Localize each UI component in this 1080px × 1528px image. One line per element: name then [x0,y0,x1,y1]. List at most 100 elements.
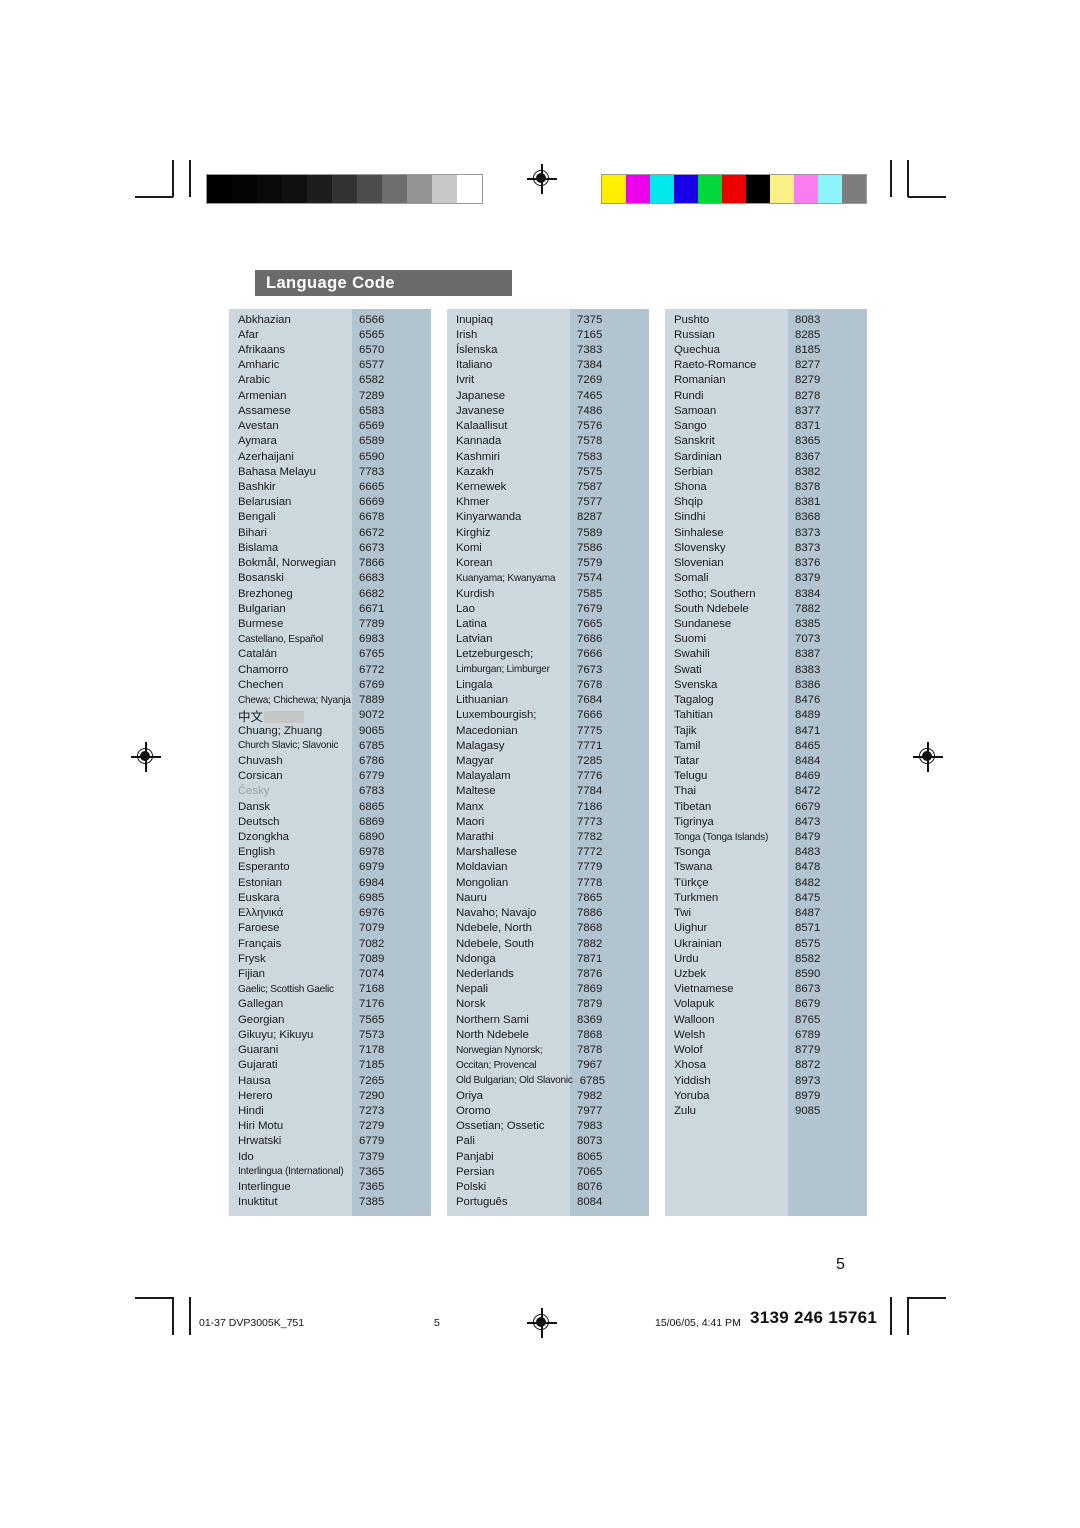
crop-mark-top-left-vert [172,160,174,197]
language-code: 6984 [359,876,385,889]
table-row: Ndebele, South 7882 [447,936,649,951]
table-row: Kalaallisut 7576 [447,419,649,434]
grayscale-swatch [382,175,407,203]
table-row: Somali 8379 [665,571,867,586]
language-name: Yiddish [674,1074,711,1087]
language-name: Afrikaans [238,344,286,357]
language-code: 8368 [795,511,821,524]
table-row: Kinyarwanda 8287 [447,510,649,525]
language-code: 8765 [795,1013,821,1026]
language-name: Irish [456,328,478,341]
table-row: Azerhaijani 6590 [229,449,431,464]
language-code: 7869 [577,983,603,996]
language-code: 8779 [795,1044,821,1057]
table-row: Interlingue 7365 [229,1179,431,1194]
table-row: North Ndebele 7868 [447,1027,649,1042]
language-code: 8279 [795,374,821,387]
language-code: 7977 [577,1104,603,1117]
language-name: Norwegian Nynorsk; [456,1044,543,1056]
color-swatch [722,175,746,203]
crop-mark-bottom-right-inner [890,1297,892,1335]
language-name: Ndebele, North [456,922,532,935]
table-row: Bengali 6678 [229,510,431,525]
grayscale-calibration-bar [206,174,483,204]
language-name: Interlingua (International) [238,1166,344,1178]
table-row: Kuanyama; Kwanyama 7574 [447,571,649,586]
table-row: Welsh 6789 [665,1027,867,1042]
language-name: Hindi [238,1104,264,1117]
language-name: Guarani [238,1044,279,1057]
language-code: 7384 [577,359,603,372]
language-code: 9085 [795,1104,821,1117]
language-name: Tagalog [674,694,714,707]
language-code: 8076 [577,1181,603,1194]
table-row: Vietnamese 8673 [665,982,867,997]
language-code: 7273 [359,1104,385,1117]
table-row: Navaho; Navajo 7886 [447,906,649,921]
table-row: Tahitian 8489 [665,708,867,723]
language-name: Xhosa [674,1059,707,1072]
table-row: Church Slavic; Slavonic 6785 [229,738,431,753]
table-row: Old Bulgarian; Old Slavonic 6785 [447,1073,649,1088]
language-code: 8383 [795,663,821,676]
language-code: 8373 [795,526,821,539]
language-code: 7886 [577,907,603,920]
language-name: Northern Sami [456,1013,529,1026]
language-code: 7673 [577,663,603,676]
language-name: Sinhalese [674,526,724,539]
table-row: Euskara 6985 [229,890,431,905]
table-row [665,1195,867,1210]
language-code: 8973 [795,1074,821,1087]
language-code: 7073 [795,633,821,646]
language-code: 6570 [359,344,385,357]
language-code: 6979 [359,861,385,874]
language-name: Hiri Motu [238,1120,284,1133]
language-code: 7589 [577,526,603,539]
language-name: Assamese [238,404,291,417]
language-code: 8476 [795,694,821,707]
footer-job-id: 01-37 DVP3005K_751 [199,1317,305,1329]
language-code: 6869 [359,815,385,828]
language-name: Česky [238,785,270,798]
language-code: 8482 [795,876,821,889]
language-code: 8479 [795,831,821,844]
language-name: Luxembourgish; [456,709,537,722]
language-code: 6683 [359,572,385,585]
table-row: Chuvash 6786 [229,753,431,768]
language-name: Urdu [674,952,699,965]
registration-mark-left [131,742,161,772]
language-name: Bengali [238,511,276,524]
color-swatch [626,175,650,203]
color-swatch [674,175,698,203]
language-name: Ndonga [456,952,496,965]
language-name: Oromo [456,1104,491,1117]
crop-mark-top-left-outer [135,196,173,198]
language-name: Sango [674,420,707,433]
table-row: Khmer 7577 [447,495,649,510]
language-name: Svenska [674,678,718,691]
language-code: 7289 [359,389,385,402]
language-name: Faroese [238,922,280,935]
table-row: Magyar 7285 [447,753,649,768]
language-code: 6669 [359,496,385,509]
table-row: Armenian 7289 [229,388,431,403]
language-code: 8471 [795,724,821,737]
table-row: Sindhi 8368 [665,510,867,525]
language-name: Estonian [238,876,282,889]
language-name: Ελληνικά [238,907,284,920]
language-name: Italiano [456,359,493,372]
language-name: Tamil [674,739,701,752]
language-code: 7587 [577,481,603,494]
table-row: Georgian 7565 [229,1012,431,1027]
table-row: Tigrinya 8473 [665,814,867,829]
language-name: Kazakh [456,465,494,478]
language-code: 7871 [577,952,603,965]
language-name: Uzbek [674,968,707,981]
table-row: South Ndebele 7882 [665,601,867,616]
language-code: 8469 [795,770,821,783]
language-name: Íslenska [456,344,498,357]
table-row: Bokmål, Norwegian 7866 [229,556,431,571]
language-code: 9072 [359,709,385,722]
language-code: 7279 [359,1120,385,1133]
language-code: 7778 [577,876,603,889]
